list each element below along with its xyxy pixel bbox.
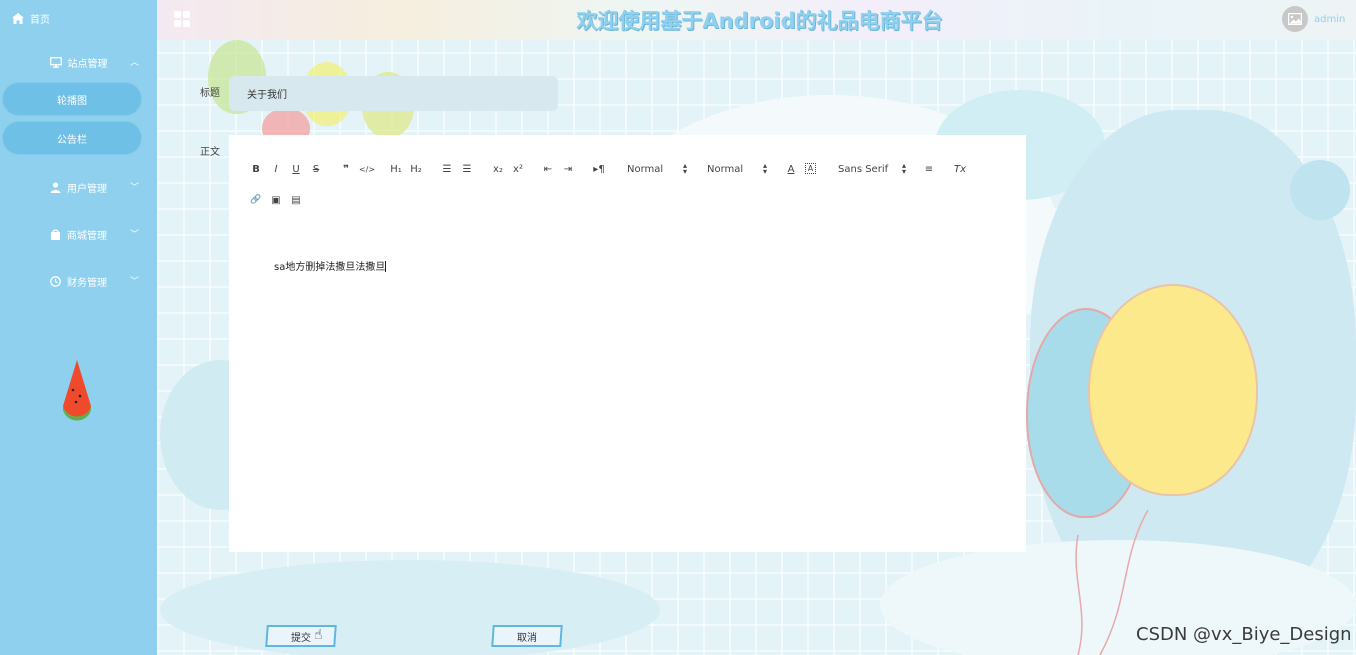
sidebar-item-notice[interactable]: 公告栏 [2, 121, 142, 155]
select-arrows-icon: ▴ ▾ [762, 161, 767, 176]
subscript-button[interactable]: x₂ [489, 160, 507, 178]
watermark: CSDN @vx_Biye_Design [1136, 624, 1352, 645]
font-select-value: Sans Serif [838, 163, 889, 175]
italic-button[interactable]: I [267, 160, 285, 178]
editor-content[interactable]: sa地方删掉法撒旦法撒旦 [274, 258, 387, 273]
bag-icon [51, 229, 60, 240]
text-caret [385, 261, 387, 272]
menu-grid-icon[interactable] [174, 11, 190, 27]
header-select-value: Normal [707, 163, 744, 175]
user-icon [50, 181, 61, 193]
code-block-button[interactable]: </> [358, 160, 376, 178]
editor-text: sa地方删掉法撒旦法撒旦 [274, 262, 386, 273]
blockquote-button[interactable]: ❞ [337, 160, 355, 178]
cancel-button[interactable]: 取消 [491, 625, 563, 647]
image-icon [1288, 13, 1302, 25]
sidebar-group-label: 用户管理 [67, 183, 107, 195]
avatar[interactable] [1282, 6, 1308, 32]
header-select[interactable]: Normal ▴ ▾ [707, 160, 767, 178]
sidebar-group-label: 财务管理 [67, 277, 107, 289]
username[interactable]: admin [1314, 14, 1345, 25]
sidebar-item-label: 首页 [30, 15, 50, 26]
background-cloud [160, 560, 660, 655]
video-button[interactable]: ▤ [287, 191, 305, 209]
sidebar-group-shop[interactable]: 商城管理 ﹀ [0, 222, 157, 246]
submit-button-label: 提交 [291, 632, 311, 644]
outdent-button[interactable]: ⇤ [539, 160, 557, 178]
size-select-value: Normal [627, 163, 664, 175]
balloon-decoration [1088, 284, 1258, 496]
top-bar: 欢迎使用基于Android的礼品电商平台 admin [157, 0, 1356, 40]
sidebar-group-site[interactable]: 站点管理 ︿ [0, 50, 157, 74]
sidebar: 首页 站点管理 ︿ 轮播图 公告栏 用户管理 ﹀ 商城管理 ﹀ 财务管理 ﹀ [0, 0, 157, 655]
header-1-button[interactable]: H₁ [387, 160, 405, 178]
ordered-list-button[interactable]: ☰ [438, 160, 456, 178]
link-button[interactable]: 🔗 [247, 191, 265, 209]
sidebar-item-label: 公告栏 [57, 134, 87, 146]
title-label: 标题 [200, 88, 220, 99]
text-color-button[interactable]: A [782, 160, 800, 178]
submit-button[interactable]: 提交 [265, 625, 337, 647]
select-arrows-icon: ▴ ▾ [901, 161, 906, 176]
sidebar-group-label: 站点管理 [67, 58, 108, 70]
chevron-down-icon: ﹀ [129, 230, 139, 240]
sidebar-item-label: 轮播图 [57, 95, 87, 107]
font-select[interactable]: Sans Serif ▴ ▾ [838, 160, 906, 178]
sidebar-item-carousel[interactable]: 轮播图 [2, 82, 142, 116]
superscript-button[interactable]: x² [509, 160, 527, 178]
align-button[interactable]: ≡ [920, 160, 938, 178]
background-cloud [1290, 160, 1350, 220]
sidebar-group-label: 商城管理 [67, 230, 107, 242]
hand-cursor-icon: ☝ [314, 627, 323, 643]
clock-icon [50, 275, 61, 287]
sidebar-group-users[interactable]: 用户管理 ﹀ [0, 175, 157, 199]
body-label: 正文 [200, 147, 220, 158]
monitor-icon [49, 56, 62, 68]
title-input[interactable] [229, 76, 558, 111]
clean-format-button[interactable]: Tx [951, 160, 969, 178]
bullet-list-button[interactable]: ☰ [458, 160, 476, 178]
home-icon [12, 13, 24, 24]
chevron-down-icon: ﹀ [129, 277, 139, 287]
watermelon-decoration [63, 360, 91, 421]
indent-button[interactable]: ⇥ [559, 160, 577, 178]
header-2-button[interactable]: H₂ [407, 160, 425, 178]
chevron-down-icon: ﹀ [129, 183, 139, 193]
image-button[interactable]: ▣ [267, 191, 285, 209]
sidebar-item-home[interactable]: 首页 [12, 11, 50, 26]
select-arrows-icon: ▴ ▾ [682, 161, 687, 176]
rich-text-editor[interactable]: B I U S ❞ </> H₁ H₂ ☰ ☰ x₂ x² ⇤ ⇥ ▸¶ Nor… [229, 135, 1026, 552]
cancel-button-label: 取消 [517, 632, 537, 644]
page-title: 欢迎使用基于Android的礼品电商平台 [576, 9, 943, 33]
text-direction-button[interactable]: ▸¶ [590, 160, 608, 178]
editor-toolbar: B I U S ❞ </> H₁ H₂ ☰ ☰ x₂ x² ⇤ ⇥ ▸¶ Nor… [229, 135, 1026, 217]
size-select[interactable]: Normal ▴ ▾ [627, 160, 687, 178]
strike-button[interactable]: S [307, 160, 325, 178]
bold-button[interactable]: B [247, 160, 265, 178]
sidebar-group-finance[interactable]: 财务管理 ﹀ [0, 269, 157, 293]
chevron-up-icon: ︿ [129, 58, 139, 68]
background-color-button[interactable]: A [805, 163, 816, 174]
underline-button[interactable]: U [287, 160, 305, 178]
